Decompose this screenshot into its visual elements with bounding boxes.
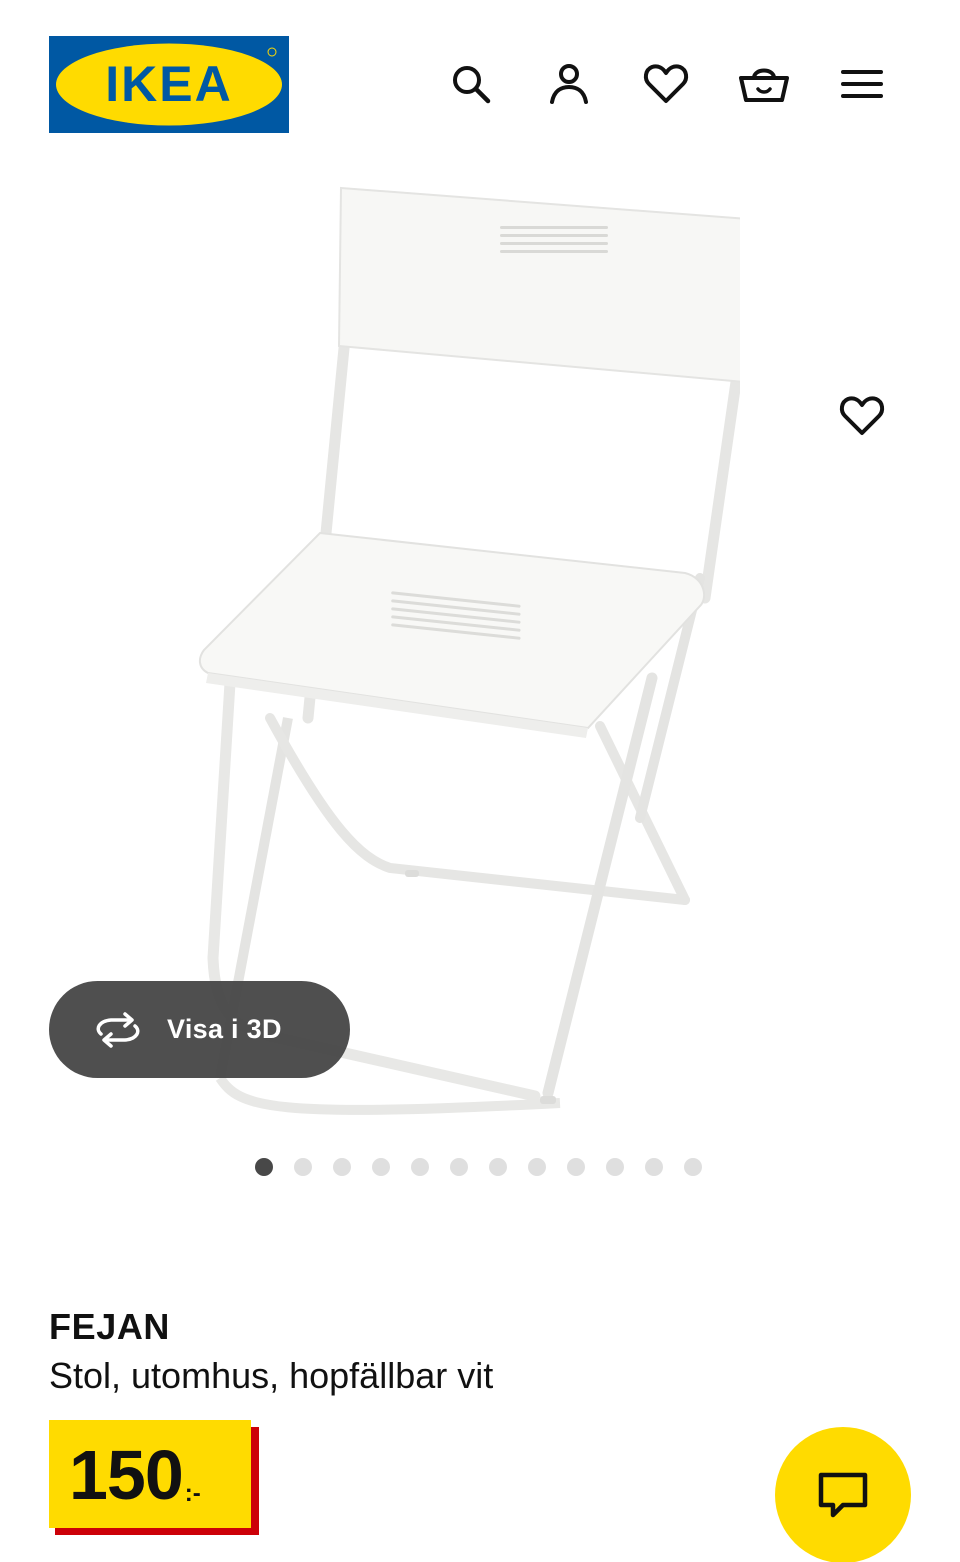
- gallery-pagination: [255, 1157, 723, 1177]
- view-in-3d-label: Visa i 3D: [167, 1014, 282, 1044]
- add-to-favorites-button[interactable]: [818, 372, 906, 460]
- menu-icon: [841, 70, 883, 98]
- gallery-dot[interactable]: [606, 1158, 624, 1176]
- view-in-3d-button[interactable]: Visa i 3D: [49, 981, 350, 1078]
- gallery-dot[interactable]: [372, 1158, 390, 1176]
- search-icon: [453, 66, 491, 104]
- price-integer: 150: [69, 1436, 184, 1514]
- ikea-logo[interactable]: IKEA: [49, 36, 289, 133]
- menu-button[interactable]: [834, 56, 890, 112]
- product-description: Stol, utomhus, hopfällbar vit: [49, 1355, 494, 1396]
- site-header: IKEA: [0, 0, 960, 160]
- ikea-logo-text: IKEA: [105, 56, 232, 112]
- gallery-dot[interactable]: [684, 1158, 702, 1176]
- gallery-dot[interactable]: [333, 1158, 351, 1176]
- gallery-dot[interactable]: [294, 1158, 312, 1176]
- product-gallery[interactable]: Visa i 3D: [0, 160, 960, 1200]
- heart-icon: [643, 64, 689, 103]
- gallery-dot[interactable]: [411, 1158, 429, 1176]
- chat-button[interactable]: [775, 1427, 911, 1562]
- price-suffix: :-: [184, 1480, 201, 1507]
- rotate-3d-icon: [96, 1011, 140, 1048]
- basket-icon: [739, 68, 789, 102]
- account-button[interactable]: [541, 56, 597, 112]
- gallery-dot[interactable]: [489, 1158, 507, 1176]
- gallery-dot[interactable]: [450, 1158, 468, 1176]
- gallery-dot[interactable]: [567, 1158, 585, 1176]
- chat-icon: [818, 1472, 868, 1518]
- heart-icon: [839, 396, 885, 435]
- product-name: FEJAN: [49, 1306, 171, 1347]
- gallery-dot[interactable]: [255, 1158, 273, 1176]
- account-icon: [550, 64, 588, 104]
- basket-button[interactable]: [736, 56, 792, 112]
- ikea-logo-mark: IKEA: [49, 36, 289, 133]
- favorites-button[interactable]: [638, 56, 694, 112]
- price-box: 150 :-: [49, 1420, 251, 1528]
- search-button[interactable]: [443, 56, 499, 112]
- price-tag: 150 :-: [49, 1420, 259, 1535]
- product-image[interactable]: [180, 178, 740, 1118]
- gallery-dot[interactable]: [528, 1158, 546, 1176]
- gallery-dot[interactable]: [645, 1158, 663, 1176]
